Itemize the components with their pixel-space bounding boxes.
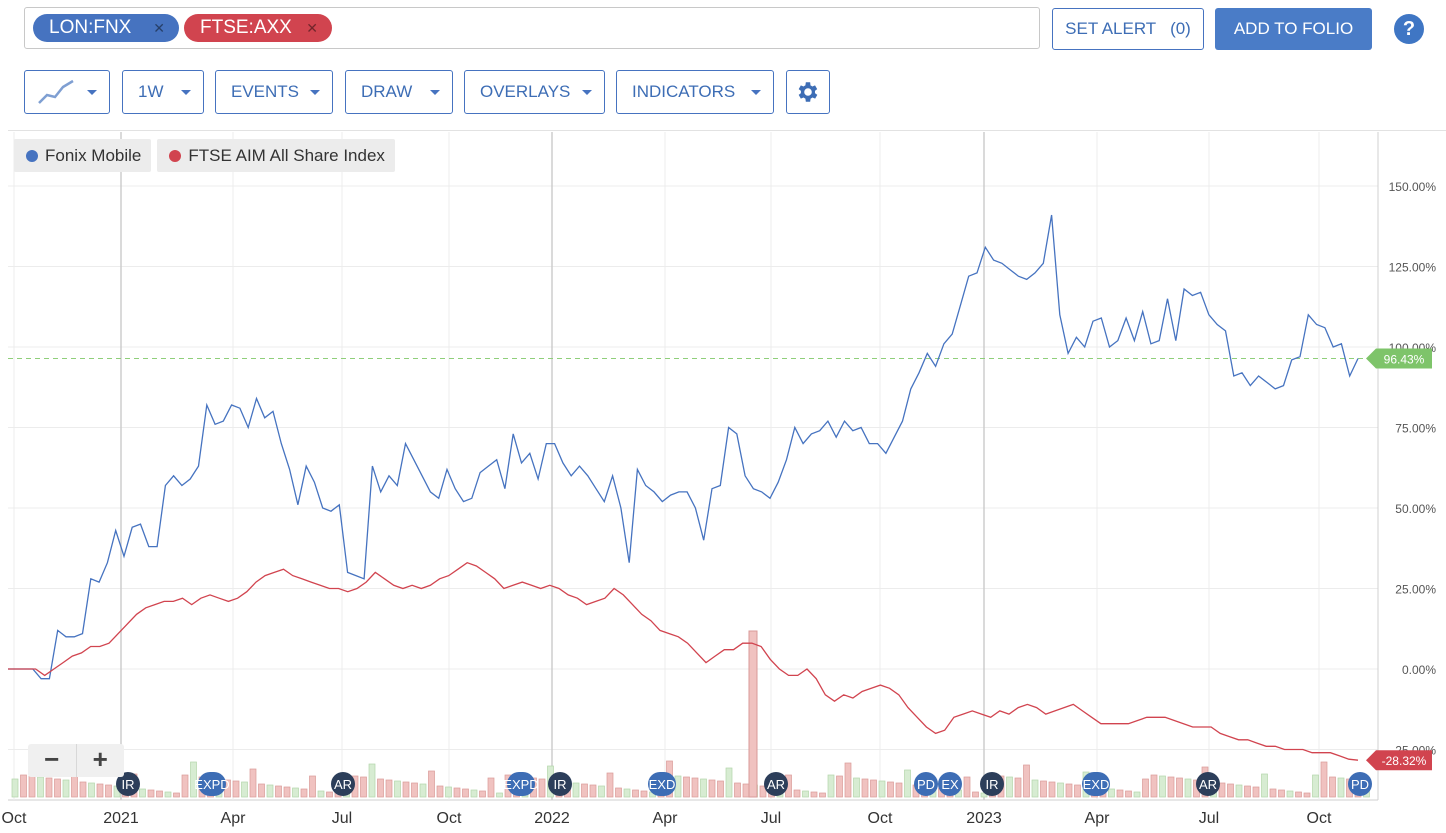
alert-count: (0): [1170, 19, 1191, 38]
chart-type-dropdown[interactable]: [24, 70, 110, 114]
zoom-controls: − +: [28, 744, 124, 777]
symbol-chip-label: FTSE:AXX: [200, 17, 292, 38]
gear-icon: [798, 82, 818, 102]
interval-dropdown[interactable]: 1W: [122, 70, 204, 114]
set-alert-button[interactable]: SET ALERT (0): [1052, 8, 1204, 50]
set-alert-label: SET ALERT: [1065, 19, 1156, 38]
chevron-down-icon: [582, 90, 592, 95]
close-icon[interactable]: ✕: [153, 14, 165, 42]
chevron-down-icon: [310, 90, 320, 95]
chevron-down-icon: [87, 90, 97, 95]
symbol-search-box[interactable]: LON:FNX ✕ FTSE:AXX ✕: [24, 7, 1040, 49]
symbol-chip-label: LON:FNX: [49, 17, 132, 38]
close-icon[interactable]: ✕: [306, 14, 318, 42]
line-chart-icon: [38, 79, 74, 104]
chart-area[interactable]: [8, 130, 1446, 833]
chevron-down-icon: [430, 90, 440, 95]
add-to-folio-button[interactable]: ADD TO FOLIO: [1215, 8, 1372, 50]
indicators-dropdown[interactable]: INDICATORS: [616, 70, 774, 114]
chevron-down-icon: [751, 90, 761, 95]
add-to-folio-label: ADD TO FOLIO: [1233, 19, 1354, 38]
help-icon[interactable]: ?: [1394, 14, 1424, 44]
settings-button[interactable]: [786, 70, 830, 114]
overlays-dropdown[interactable]: OVERLAYS: [464, 70, 605, 114]
indicators-label: INDICATORS: [632, 82, 736, 101]
legend-item-fonix[interactable]: Fonix Mobile: [14, 139, 152, 172]
symbol-chip-axx[interactable]: FTSE:AXX ✕: [184, 14, 332, 42]
draw-label: DRAW: [361, 82, 413, 101]
interval-label: 1W: [138, 82, 164, 101]
draw-dropdown[interactable]: DRAW: [345, 70, 453, 114]
zoom-in-button[interactable]: +: [77, 744, 125, 777]
legend-dot: [169, 149, 182, 162]
chart-legend: Fonix Mobile FTSE AIM All Share Index: [14, 139, 395, 172]
legend-label: FTSE AIM All Share Index: [188, 146, 385, 165]
events-label: EVENTS: [231, 82, 300, 101]
legend-item-ftse-aim[interactable]: FTSE AIM All Share Index: [157, 139, 395, 172]
zoom-out-button[interactable]: −: [28, 744, 77, 777]
help-label: ?: [1402, 18, 1416, 40]
overlays-label: OVERLAYS: [480, 82, 571, 101]
events-dropdown[interactable]: EVENTS: [215, 70, 333, 114]
legend-label: Fonix Mobile: [45, 146, 142, 165]
legend-dot: [26, 149, 38, 162]
symbol-chip-fnx[interactable]: LON:FNX ✕: [33, 14, 179, 42]
chevron-down-icon: [181, 90, 191, 95]
top-bar: LON:FNX ✕ FTSE:AXX ✕ SET ALERT (0) ADD T…: [0, 0, 1446, 60]
